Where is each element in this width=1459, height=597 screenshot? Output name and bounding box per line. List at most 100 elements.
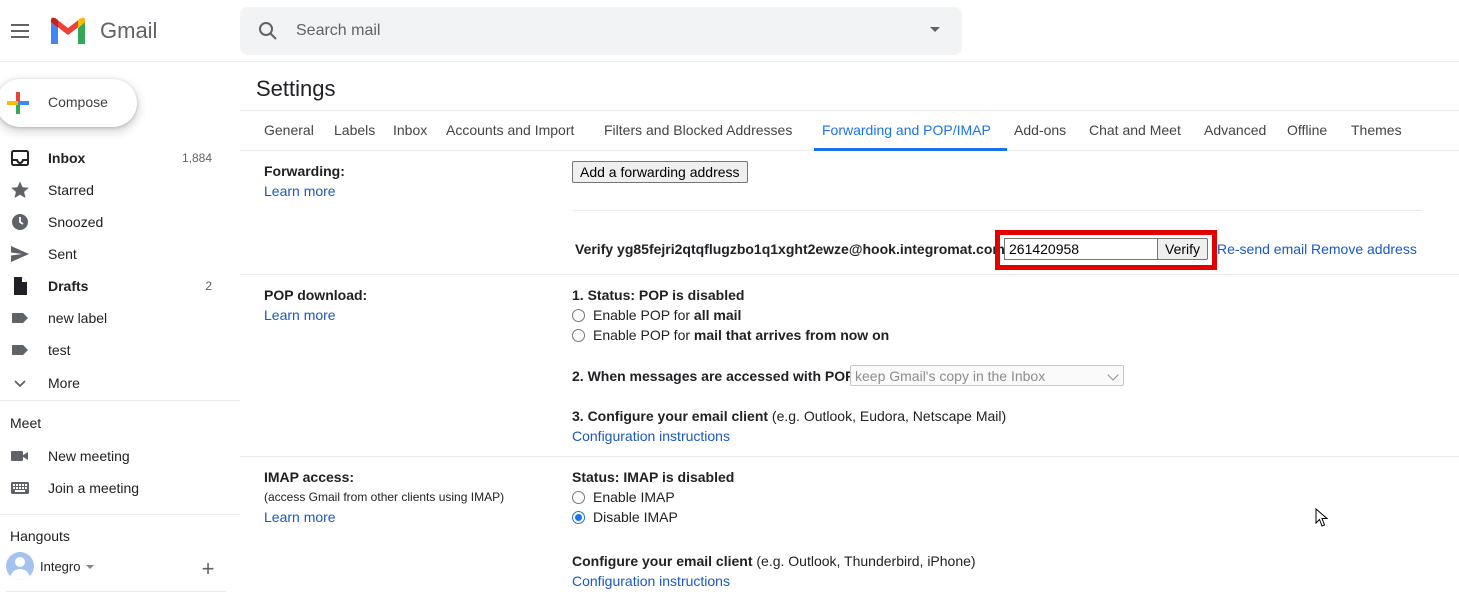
- forwarding-learn-more-link[interactable]: Learn more: [264, 183, 336, 199]
- sidebar-item-label: test: [48, 342, 71, 358]
- sidebar-item-label: Sent: [48, 246, 77, 262]
- inbox-count: 1,884: [181, 151, 212, 165]
- sidebar-item-label: More: [48, 375, 80, 391]
- new-meeting-item[interactable]: New meeting: [0, 440, 232, 472]
- tab-inbox[interactable]: Inbox: [393, 122, 427, 138]
- tab-general[interactable]: General: [264, 122, 314, 138]
- active-tab-indicator: [814, 148, 1007, 151]
- tab-filters[interactable]: Filters and Blocked Addresses: [604, 122, 792, 138]
- sidebar-divider: [0, 400, 240, 401]
- sidebar-item-new-label[interactable]: new label: [0, 302, 232, 334]
- draft-icon: [14, 277, 27, 295]
- tab-advanced[interactable]: Advanced: [1204, 122, 1266, 138]
- avatar: [6, 552, 34, 580]
- send-icon: [11, 246, 29, 262]
- tab-accounts-and-import[interactable]: Accounts and Import: [446, 122, 574, 138]
- pop-access-label: 2. When messages are accessed with POP: [572, 368, 855, 384]
- sidebar-item-starred[interactable]: Starred: [0, 174, 232, 206]
- pop-status-text: 1. Status: POP is disabled: [572, 287, 745, 303]
- hangouts-user[interactable]: Integro: [6, 552, 226, 582]
- clock-icon: [12, 214, 28, 230]
- disable-imap-radio[interactable]: [572, 511, 585, 524]
- enable-pop-new-radio[interactable]: [572, 329, 585, 342]
- search-bar: [240, 7, 962, 55]
- sidebar-item-inbox[interactable]: Inbox 1,884: [0, 142, 232, 174]
- inbox-icon: [11, 150, 29, 166]
- tab-themes[interactable]: Themes: [1351, 122, 1402, 138]
- gmail-logo-icon[interactable]: [48, 16, 88, 46]
- verification-code-input[interactable]: [1004, 238, 1158, 260]
- section-divider: [240, 456, 1459, 457]
- sidebar-divider: [6, 591, 226, 592]
- chevron-down-icon: [14, 380, 26, 388]
- pop-access-select[interactable]: keep Gmail's copy in the Inbox: [850, 365, 1124, 386]
- add-forwarding-address-button[interactable]: Add a forwarding address: [572, 161, 748, 183]
- caret-down-icon: [86, 565, 94, 569]
- tab-add-ons[interactable]: Add-ons: [1014, 122, 1066, 138]
- sidebar-item-drafts[interactable]: Drafts 2: [0, 270, 232, 302]
- pop-download-label: POP download:: [264, 287, 368, 303]
- settings-panel: Settings General Labels Inbox Accounts a…: [240, 62, 1459, 597]
- enable-pop-new-label: Enable POP for mail that arrives from no…: [593, 327, 890, 343]
- enable-pop-all-radio[interactable]: [572, 309, 585, 322]
- join-meeting-item[interactable]: Join a meeting: [0, 472, 232, 504]
- search-options-icon[interactable]: [930, 27, 940, 32]
- pop-config-instructions-link[interactable]: Configuration instructions: [572, 428, 730, 444]
- enable-imap-radio[interactable]: [572, 491, 585, 504]
- pop-learn-more-link[interactable]: Learn more: [264, 307, 336, 323]
- sidebar-item-more[interactable]: More: [0, 367, 232, 399]
- search-icon[interactable]: [256, 19, 280, 43]
- compose-button[interactable]: Compose: [0, 79, 137, 127]
- sidebar-item-label: Inbox: [48, 150, 86, 166]
- verify-address-text: Verify yg85fejri2qtqflugzbo1q1xght2ewze@…: [575, 241, 1005, 257]
- imap-status-text: Status: IMAP is disabled: [572, 469, 735, 485]
- imap-access-label: IMAP access:: [264, 469, 355, 485]
- sidebar-item-label: Drafts: [48, 278, 89, 294]
- sidebar-item-sent[interactable]: Sent: [0, 238, 232, 270]
- gmail-brand-text[interactable]: Gmail: [100, 18, 157, 44]
- verify-button[interactable]: Verify: [1157, 238, 1209, 260]
- tab-chat-and-meet[interactable]: Chat and Meet: [1089, 122, 1181, 138]
- imap-configure-text: Configure your email client (e.g. Outloo…: [572, 553, 976, 569]
- imap-learn-more-link[interactable]: Learn more: [264, 509, 336, 525]
- enable-pop-all-label: Enable POP for all mail: [593, 307, 742, 323]
- label-icon: [12, 313, 28, 323]
- sidebar-divider: [0, 514, 240, 515]
- sidebar: Compose Inbox 1,884 Starred Snoozed Sent: [0, 62, 240, 597]
- main-menu-icon[interactable]: [8, 19, 32, 43]
- star-icon: [11, 181, 29, 198]
- imap-config-instructions-link[interactable]: Configuration instructions: [572, 573, 730, 589]
- drafts-count: 2: [205, 279, 212, 293]
- compose-label: Compose: [48, 94, 108, 110]
- forwarding-inner-divider: [572, 210, 1422, 211]
- section-divider: [240, 274, 1459, 275]
- page-title: Settings: [256, 76, 336, 101]
- plus-icon: [7, 92, 29, 114]
- sidebar-item-label: new label: [48, 310, 108, 326]
- enable-imap-label: Enable IMAP: [593, 489, 675, 505]
- remove-address-link[interactable]: Remove address: [1311, 241, 1417, 257]
- search-input[interactable]: [296, 19, 896, 43]
- sidebar-item-label: Snoozed: [48, 214, 104, 230]
- join-meeting-label: Join a meeting: [48, 480, 140, 496]
- video-camera-icon: [11, 451, 28, 461]
- sidebar-item-test[interactable]: test: [0, 334, 232, 366]
- forwarding-label: Forwarding:: [264, 163, 345, 179]
- pop-configure-text: 3. Configure your email client (e.g. Out…: [572, 408, 1007, 424]
- hangouts-user-name: Integro: [40, 559, 81, 574]
- imap-access-sub: (access Gmail from other clients using I…: [264, 490, 505, 504]
- hangouts-section-title: Hangouts: [10, 528, 70, 544]
- label-icon: [12, 345, 28, 355]
- tab-labels[interactable]: Labels: [334, 122, 375, 138]
- resend-email-link[interactable]: Re-send email: [1217, 241, 1307, 257]
- tab-forwarding-pop-imap[interactable]: Forwarding and POP/IMAP: [822, 122, 991, 138]
- mouse-cursor-icon: [1315, 508, 1329, 527]
- settings-tabs: General Labels Inbox Accounts and Import…: [240, 110, 1459, 151]
- keyboard-icon: [11, 482, 29, 494]
- tab-offline[interactable]: Offline: [1287, 122, 1327, 138]
- add-hangout-icon[interactable]: +: [198, 558, 218, 580]
- top-header: Gmail: [0, 0, 1459, 62]
- pop-access-selected-value: keep Gmail's copy in the Inbox: [855, 368, 1046, 384]
- disable-imap-label: Disable IMAP: [593, 509, 678, 525]
- sidebar-item-snoozed[interactable]: Snoozed: [0, 206, 232, 238]
